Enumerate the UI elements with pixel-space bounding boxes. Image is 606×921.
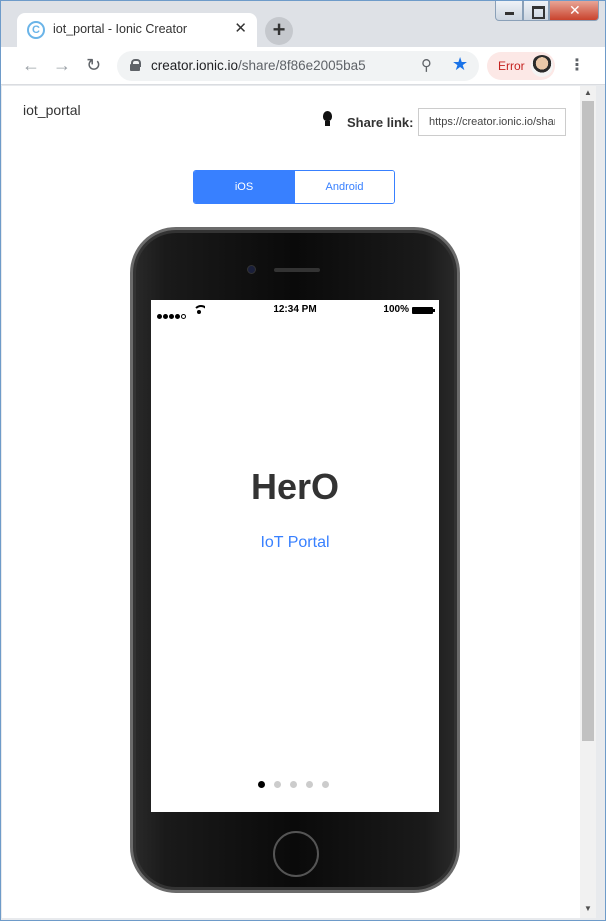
pager-dot[interactable] bbox=[258, 781, 265, 788]
slide-pager bbox=[258, 781, 338, 789]
share-link-label: Share link: bbox=[347, 115, 414, 130]
lock-icon[interactable] bbox=[130, 59, 141, 71]
title-bar: C iot_portal - Ionic Creator ✕ + ✕ bbox=[1, 1, 605, 47]
close-icon: ✕ bbox=[569, 2, 581, 18]
home-button bbox=[273, 831, 319, 877]
pager-dot[interactable] bbox=[322, 781, 329, 788]
back-arrow-icon[interactable]: ← bbox=[22, 55, 40, 76]
iphone-frame: 12:34 PM 100% HerO IoT Portal bbox=[130, 227, 460, 893]
device-screen: 12:34 PM 100% HerO IoT Portal bbox=[151, 300, 439, 812]
ionic-favicon-icon: C bbox=[27, 21, 45, 39]
scroll-thumb[interactable] bbox=[582, 101, 594, 741]
browser-tab[interactable]: C iot_portal - Ionic Creator ✕ bbox=[17, 13, 257, 47]
zoom-out-icon[interactable]: ⚲ bbox=[421, 56, 432, 74]
pager-dot[interactable] bbox=[290, 781, 297, 788]
battery-percent: 100% bbox=[383, 304, 409, 315]
tab-ios[interactable]: iOS bbox=[194, 171, 294, 203]
hero-subtitle: IoT Portal bbox=[260, 534, 330, 551]
url-text[interactable]: creator.ionic.io/share/8f86e2005ba5 bbox=[151, 58, 366, 73]
page-title: iot_portal bbox=[23, 102, 81, 118]
url-path: /share/8f86e2005ba5 bbox=[238, 58, 366, 73]
speaker-grille bbox=[274, 268, 320, 272]
window-close-button[interactable]: ✕ bbox=[549, 1, 599, 21]
bookmark-star-icon[interactable]: ★ bbox=[452, 54, 468, 75]
minimize-button[interactable] bbox=[495, 1, 523, 21]
tab-android[interactable]: Android bbox=[294, 171, 394, 203]
lightbulb-icon bbox=[322, 111, 332, 127]
platform-segment: iOS Android bbox=[193, 170, 395, 204]
error-label: Error bbox=[498, 59, 525, 73]
scroll-up-arrow-icon[interactable]: ▲ bbox=[584, 88, 592, 97]
reload-icon[interactable]: ↻ bbox=[86, 55, 101, 76]
tab-close-icon[interactable]: ✕ bbox=[234, 19, 247, 37]
profile-error-button[interactable]: Error bbox=[487, 52, 555, 80]
new-tab-button[interactable]: + bbox=[265, 17, 293, 45]
scroll-down-arrow-icon[interactable]: ▼ bbox=[584, 904, 592, 913]
battery-icon bbox=[412, 307, 435, 314]
browser-toolbar: ← → ↻ creator.ionic.io/share/8f86e2005ba… bbox=[1, 47, 605, 85]
page-content: iot_portal Share link: iOS Android 12:34… bbox=[2, 86, 580, 918]
browser-window: C iot_portal - Ionic Creator ✕ + ✕ ← → ↻… bbox=[0, 0, 606, 921]
tab-title: iot_portal - Ionic Creator bbox=[53, 22, 188, 36]
vertical-scrollbar[interactable]: ▲ ▼ bbox=[580, 86, 596, 918]
camera-icon bbox=[247, 265, 256, 274]
maximize-button[interactable] bbox=[523, 1, 549, 21]
kebab-menu-icon[interactable]: ⋮ bbox=[569, 55, 585, 75]
avatar bbox=[531, 55, 553, 77]
address-bar[interactable]: creator.ionic.io/share/8f86e2005ba5 ⚲ ★ bbox=[117, 51, 479, 81]
hero-title: HerO bbox=[250, 466, 340, 507]
url-host: creator.ionic.io bbox=[151, 58, 239, 73]
pager-dot[interactable] bbox=[274, 781, 281, 788]
ios-status-bar: 12:34 PM 100% bbox=[151, 300, 439, 320]
forward-arrow-icon[interactable]: → bbox=[53, 55, 71, 76]
pager-dot[interactable] bbox=[306, 781, 313, 788]
share-link-input[interactable] bbox=[418, 108, 566, 136]
